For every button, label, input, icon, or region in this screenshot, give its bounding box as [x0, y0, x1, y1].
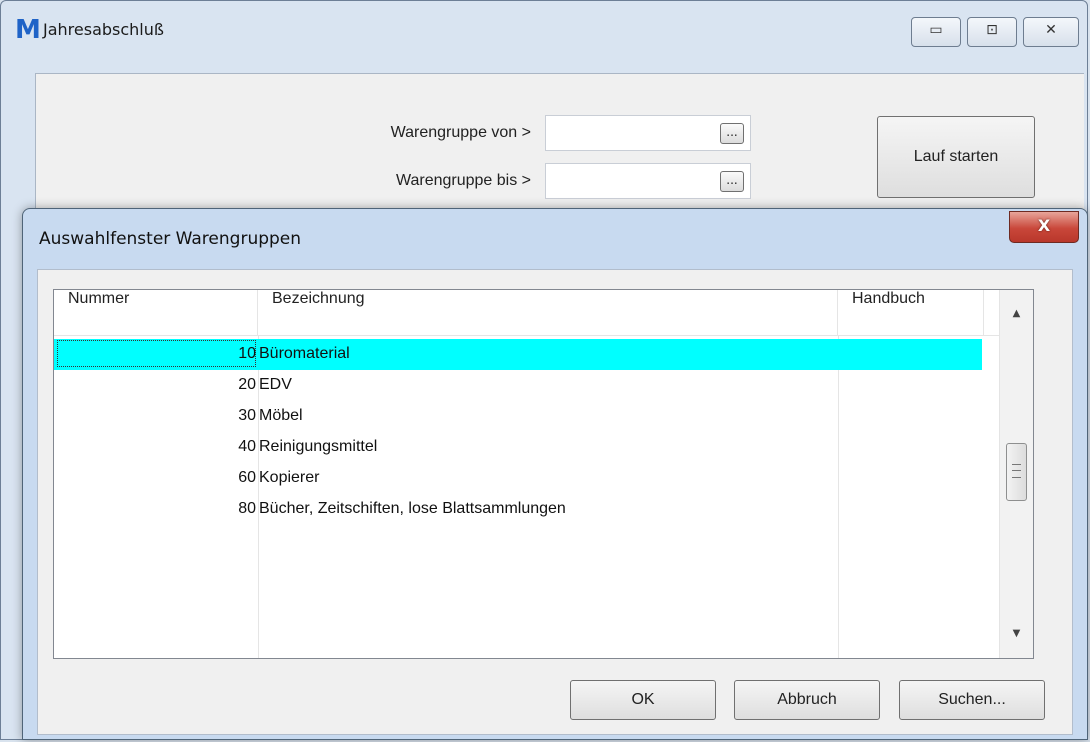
main-window-title: Jahresabschluß — [43, 20, 164, 39]
warengruppen-list[interactable]: Nummer Bezeichnung Handbuch 10 Büromater… — [53, 289, 1034, 659]
table-row[interactable]: 20 EDV — [54, 370, 982, 401]
selection-dialog: Auswahlfenster Warengruppen X Nummer Bez… — [22, 208, 1088, 740]
row-bezeichnung: Büromaterial — [259, 345, 350, 362]
table-row[interactable]: 30 Möbel — [54, 401, 982, 432]
table-row-selected[interactable]: 10 Büromaterial — [54, 339, 982, 370]
row-bezeichnung: Möbel — [259, 407, 303, 424]
ok-button[interactable]: OK — [570, 680, 716, 720]
row-bezeichnung: EDV — [259, 376, 292, 393]
vertical-scrollbar[interactable]: ▲ ▼ — [999, 290, 1033, 658]
column-header-nummer[interactable]: Nummer — [54, 290, 258, 336]
close-main-button[interactable]: ✕ — [1023, 17, 1079, 47]
dialog-client-area: Nummer Bezeichnung Handbuch 10 Büromater… — [37, 269, 1073, 735]
table-row[interactable]: 40 Reinigungsmittel — [54, 432, 982, 463]
row-bezeichnung: Reinigungsmittel — [259, 438, 378, 455]
warengruppe-bis-field[interactable]: ... — [545, 163, 751, 199]
warengruppe-von-field[interactable]: ... — [545, 115, 751, 151]
maximize-button[interactable]: ⊡ — [967, 17, 1017, 47]
label-warengruppe-bis: Warengruppe bis > — [395, 172, 531, 189]
minimize-button[interactable]: ▭ — [911, 17, 961, 47]
maximize-icon: ⊡ — [986, 22, 998, 38]
row-nummer: 80 — [238, 500, 256, 517]
dialog-title: Auswahlfenster Warengruppen — [39, 229, 302, 249]
row-nummer: 60 — [238, 469, 256, 486]
app-logo-icon: M — [15, 15, 41, 45]
row-nummer: 10 — [238, 345, 256, 362]
list-header: Nummer Bezeichnung Handbuch — [54, 290, 1000, 336]
label-warengruppe-von: Warengruppe von > — [390, 124, 531, 141]
close-icon: ✕ — [1045, 22, 1057, 38]
row-nummer: 20 — [238, 376, 256, 393]
row-nummer: 30 — [238, 407, 256, 424]
row-bezeichnung: Kopierer — [259, 469, 320, 486]
dialog-close-button[interactable]: X — [1009, 211, 1079, 243]
row-nummer: 40 — [238, 438, 256, 455]
row-bezeichnung: Bücher, Zeitschiften, lose Blattsammlung… — [259, 500, 566, 517]
grip-icon — [1012, 464, 1021, 478]
scroll-up-icon[interactable]: ▲ — [1000, 308, 1033, 319]
table-row[interactable]: 60 Kopierer — [54, 463, 982, 494]
minimize-icon: ▭ — [929, 22, 943, 38]
column-header-handbuch[interactable]: Handbuch — [838, 290, 984, 336]
scroll-thumb[interactable] — [1006, 443, 1027, 501]
abbruch-button[interactable]: Abbruch — [734, 680, 880, 720]
browse-von-button[interactable]: ... — [720, 123, 744, 144]
main-title-bar[interactable]: M Jahresabschluß ▭ ⊡ ✕ — [1, 1, 1087, 61]
browse-bis-button[interactable]: ... — [720, 171, 744, 192]
scroll-down-icon[interactable]: ▼ — [1000, 628, 1033, 639]
lauf-starten-button[interactable]: Lauf starten — [877, 116, 1035, 198]
suchen-button[interactable]: Suchen... — [899, 680, 1045, 720]
table-row[interactable]: 80 Bücher, Zeitschiften, lose Blattsamml… — [54, 494, 982, 525]
column-header-bezeichnung[interactable]: Bezeichnung — [258, 290, 838, 336]
